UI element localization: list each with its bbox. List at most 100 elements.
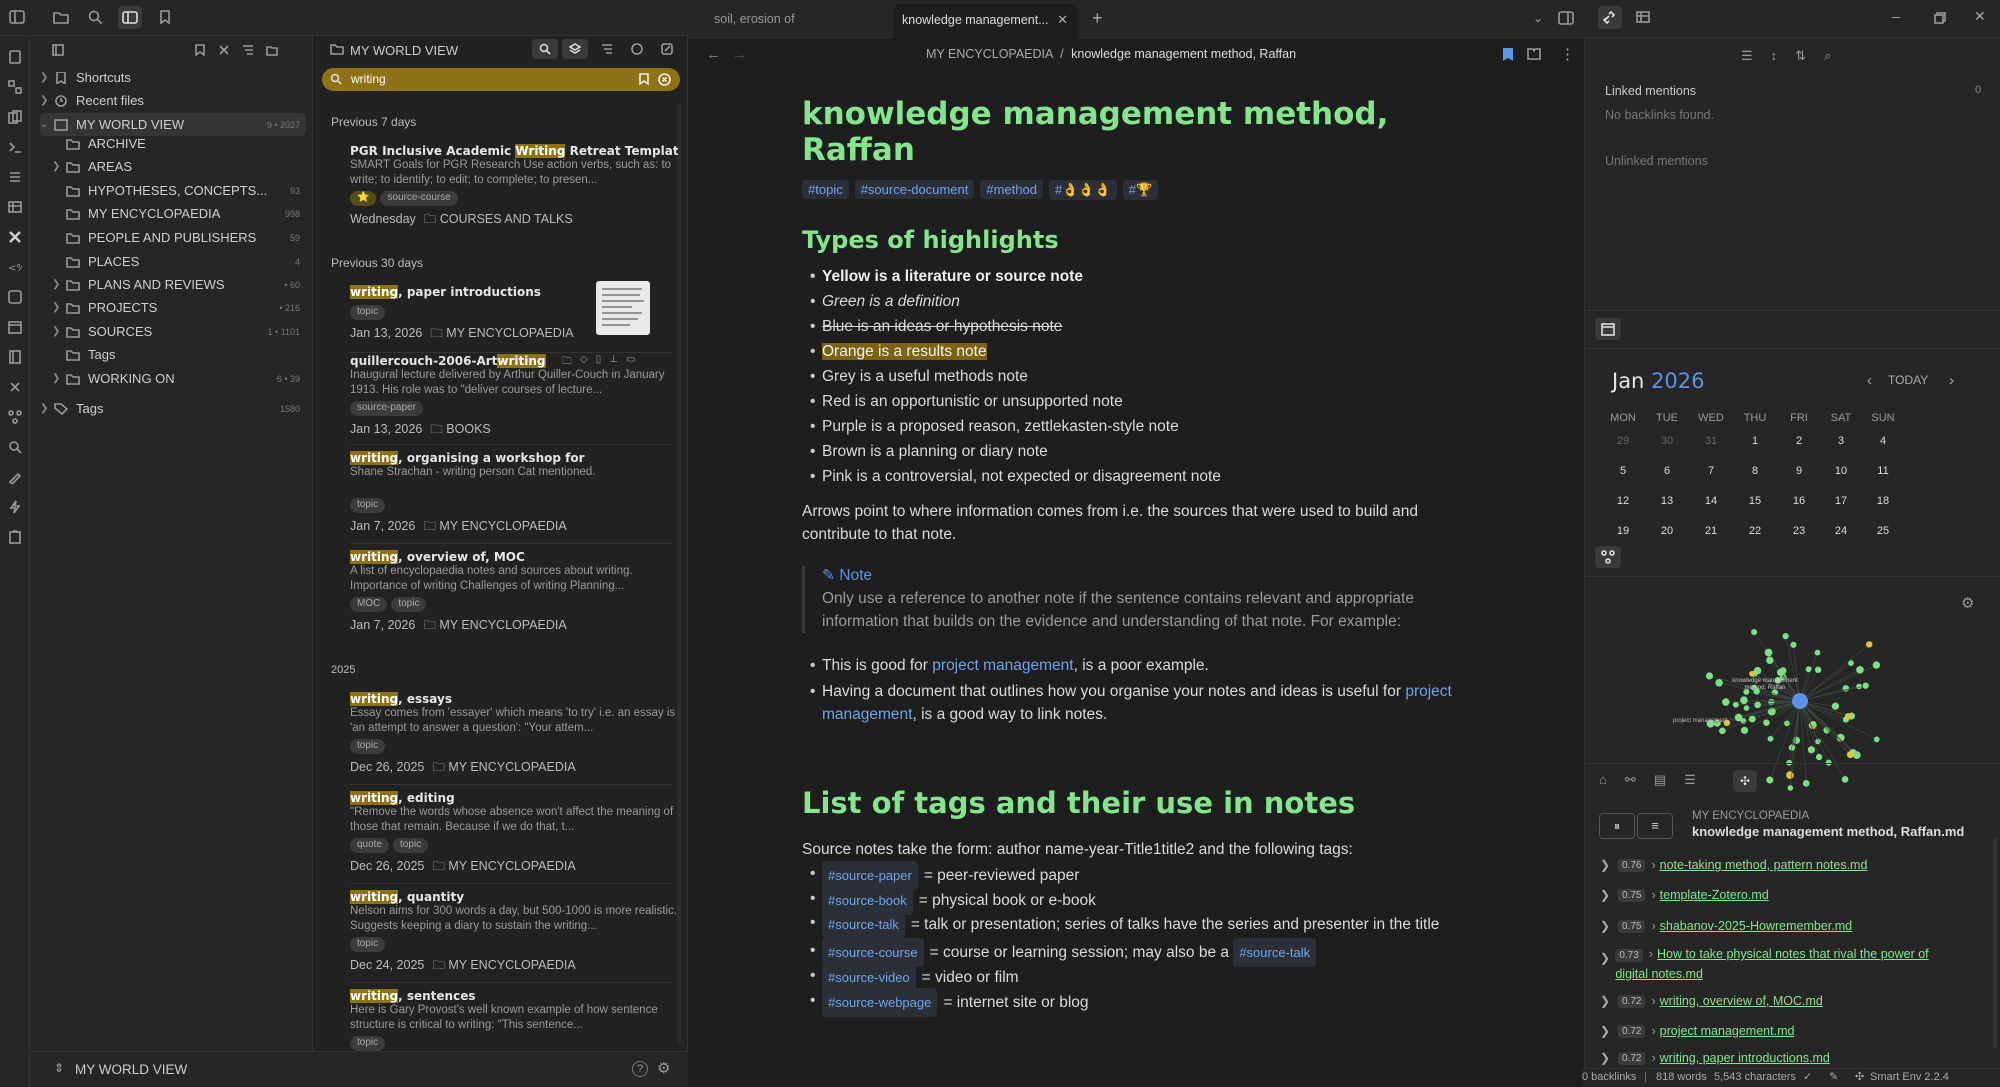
bookmark-filled-icon[interactable] <box>1503 48 1513 61</box>
layout-button[interactable] <box>118 6 142 29</box>
help-icon[interactable]: ? <box>632 1061 648 1077</box>
status-smart-env[interactable]: Smart Env 2.2.4 <box>1870 1071 1949 1083</box>
calendar-day[interactable]: 9 <box>1784 465 1814 477</box>
calendar-day[interactable]: 1 <box>1740 435 1770 447</box>
tag-pill[interactable]: #source-webpage <box>822 988 938 1017</box>
calendar-day[interactable]: 22 <box>1740 525 1770 537</box>
linked-mentions-label[interactable]: Linked mentions <box>1605 84 1696 98</box>
link-icon[interactable]: ⚯ <box>1625 772 1636 788</box>
result-tag[interactable]: topic <box>350 1036 386 1051</box>
search-result[interactable]: quillercouch-2006-Artwriting Inaugural l… <box>350 354 678 441</box>
graph-node[interactable] <box>1807 746 1816 754</box>
bolt-icon[interactable] <box>8 500 22 514</box>
tab-knowledge-management[interactable]: knowledge management... ✕ <box>894 4 1078 38</box>
outline-icon[interactable]: ☰ <box>1684 772 1696 788</box>
graph-node[interactable] <box>1764 648 1773 657</box>
list-view-icon[interactable]: ☰ <box>1741 48 1753 64</box>
calendar-day[interactable]: 30 <box>1652 435 1682 447</box>
graph-node[interactable] <box>1786 771 1794 779</box>
calendar-day[interactable]: 8 <box>1740 465 1770 477</box>
connection-link[interactable]: writing, paper introductions.md <box>1660 1051 1830 1065</box>
search-result[interactable]: writing, paper introductions topic Jan 1… <box>350 281 678 345</box>
book-icon[interactable] <box>8 350 22 364</box>
scrollbar[interactable] <box>1993 838 1997 1048</box>
search-result[interactable]: writing, overview of, MOC A list of ency… <box>350 550 678 637</box>
chevron-right-icon[interactable]: ❯ <box>1600 994 1618 1008</box>
sort-icon[interactable] <box>601 43 613 55</box>
calendar-day[interactable]: 24 <box>1826 525 1856 537</box>
graph-node[interactable] <box>1814 666 1822 674</box>
graph-node[interactable] <box>1856 683 1862 690</box>
sort-icon[interactable]: ⇅ <box>1795 48 1806 64</box>
graph-node[interactable] <box>1790 641 1797 648</box>
graph-node[interactable] <box>1784 720 1790 727</box>
tree-folder-plans[interactable]: ❯ PLANS AND REVIEWS • 60 <box>52 273 306 296</box>
tree-folder-archive[interactable]: ARCHIVE <box>52 132 306 155</box>
tree-folder-tags[interactable]: Tags <box>52 343 306 366</box>
result-tag[interactable]: source-course <box>380 191 458 206</box>
next-month-icon[interactable]: › <box>1949 372 1954 389</box>
calendar-day[interactable]: 7 <box>1696 465 1726 477</box>
search-result[interactable]: writing, sentences Here is Gary Provost'… <box>350 989 678 1051</box>
calendar-day[interactable]: 18 <box>1868 495 1898 507</box>
smart-connection-item[interactable]: ❯ 0.72 › writing, paper introductions.md <box>1600 1048 1830 1068</box>
forward-arrow-icon[interactable]: → <box>732 46 747 63</box>
graph-node[interactable] <box>1754 701 1761 709</box>
calendar-day[interactable]: 17 <box>1826 495 1856 507</box>
result-tag[interactable]: topic <box>393 838 429 853</box>
graph-icon[interactable] <box>8 410 22 424</box>
new-tab-icon[interactable]: + <box>1092 8 1103 29</box>
calendar-tab-button[interactable] <box>1595 318 1621 340</box>
pause-button[interactable]: ⏸ <box>1599 813 1635 839</box>
smart-connection-item[interactable]: ❯ 0.72 › writing, overview of, MOC.md <box>1600 989 1823 1013</box>
graph-node[interactable] <box>1776 668 1785 677</box>
file-icon[interactable]: ▭ <box>626 354 635 371</box>
graph-node[interactable] <box>1763 719 1770 726</box>
open-folder-icon[interactable]: 🗀 <box>562 354 572 371</box>
today-button[interactable]: TODAY <box>1888 373 1928 387</box>
canvas-icon[interactable] <box>8 80 22 94</box>
graph-node[interactable] <box>1873 736 1880 743</box>
graph-node[interactable] <box>1815 753 1823 761</box>
chevron-right-icon[interactable]: ❯ <box>1600 1024 1618 1038</box>
sync-check-icon[interactable]: ✓ <box>1803 1070 1812 1083</box>
calendar-day[interactable]: 11 <box>1868 465 1898 477</box>
maximize-icon[interactable] <box>1934 12 1946 24</box>
vault-switch-chevron-icon[interactable]: ⇕ <box>54 1061 64 1075</box>
palette-icon[interactable] <box>631 43 643 55</box>
graph-node[interactable] <box>1740 696 1748 705</box>
tag-pill[interactable]: #source-talk <box>822 911 905 938</box>
result-tag[interactable]: topic <box>350 305 386 320</box>
calendar-day[interactable]: 23 <box>1784 525 1814 537</box>
calendar-day[interactable]: 3 <box>1826 435 1856 447</box>
calendar-day[interactable]: 6 <box>1652 465 1682 477</box>
pin-icon[interactable]: ⊥ <box>609 354 618 371</box>
graph-node[interactable] <box>1782 633 1789 640</box>
search-result[interactable]: writing, essays Essay comes from 'essaye… <box>350 692 678 779</box>
vault-name[interactable]: MY WORLD VIEW <box>75 1062 187 1077</box>
calendar-day[interactable]: 5 <box>1608 465 1638 477</box>
table-icon[interactable] <box>8 200 22 214</box>
prev-month-icon[interactable]: ‹ <box>1867 372 1872 389</box>
new-note-icon[interactable] <box>8 50 22 64</box>
expand-icon[interactable]: ↕ <box>1771 48 1778 64</box>
result-tag[interactable]: source-paper <box>350 401 423 416</box>
tree-folder-working-on[interactable]: ❯ WORKING ON 6 • 39 <box>52 367 306 390</box>
graph-node[interactable] <box>1715 678 1723 687</box>
tree-tags[interactable]: ❯ Tags 1580 <box>40 397 306 420</box>
graph-node[interactable] <box>1844 713 1852 720</box>
tree-folder-projects[interactable]: ❯ PROJECTS • 216 <box>52 296 306 319</box>
search-result[interactable]: PGR Inclusive Academic Writing Retreat T… <box>350 144 678 231</box>
graph-node[interactable] <box>1749 670 1755 677</box>
internal-link[interactable]: project management <box>932 657 1073 674</box>
note-tag[interactable]: #🏆 <box>1122 180 1159 200</box>
graph-node[interactable] <box>1831 702 1840 710</box>
tab-list-chevron-icon[interactable]: ⌄ <box>1533 11 1543 25</box>
bookmark-icon[interactable]: ▯ <box>596 354 602 371</box>
graph-node[interactable] <box>1802 779 1810 787</box>
graph-node[interactable] <box>1705 672 1714 680</box>
search-toggle-button[interactable] <box>532 39 558 59</box>
breadcrumb-folder[interactable]: MY ENCYCLOPAEDIA <box>926 47 1053 61</box>
tree-folder-sources[interactable]: ❯ SOURCES 1 • 1101 <box>52 320 306 343</box>
calendar-day[interactable]: 2 <box>1784 435 1814 447</box>
